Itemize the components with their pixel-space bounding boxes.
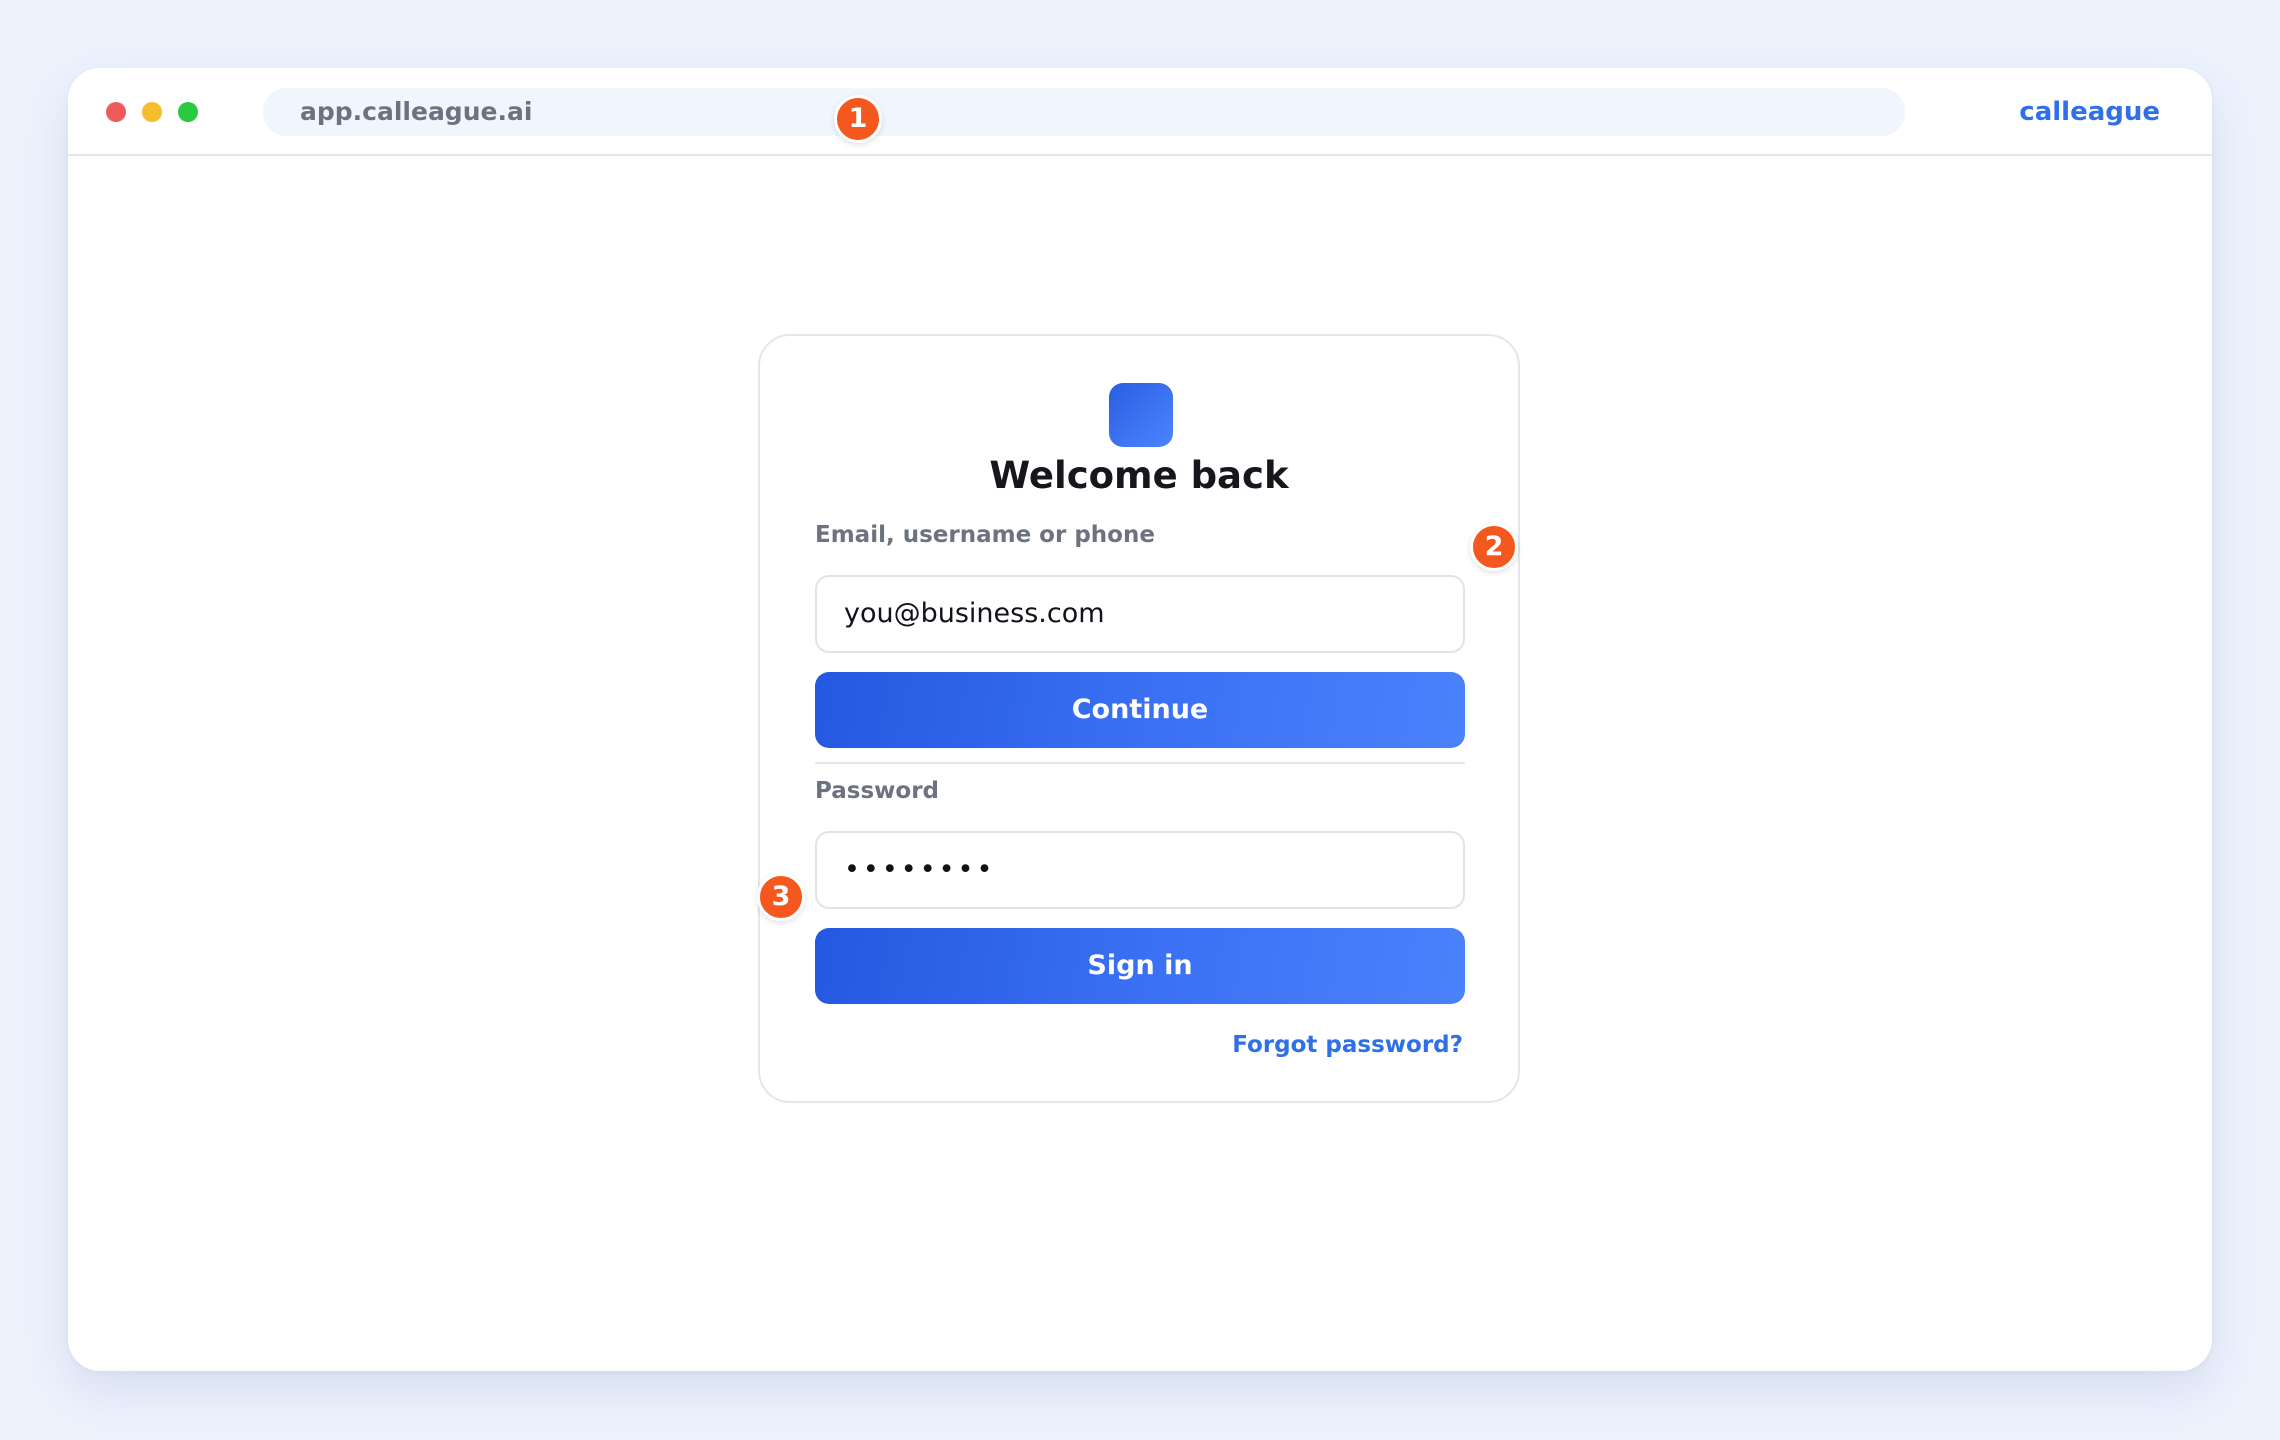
step-marker-1: 1 [834,95,882,143]
password-field-value: •••••••• [844,854,996,885]
password-field[interactable]: •••••••• [815,831,1465,909]
address-bar[interactable]: app.calleague.ai [263,88,1905,136]
browser-window: app.calleague.ai calleague Welcome back … [68,68,2212,1371]
browser-titlebar: app.calleague.ai calleague [68,68,2212,156]
zoom-window-button[interactable] [178,102,198,122]
step-marker-2: 2 [1470,523,1518,571]
divider [815,762,1465,764]
page-content: Welcome back Email, username or phone yo… [68,156,2212,1371]
minimize-window-button[interactable] [142,102,162,122]
forgot-password-link[interactable]: Forgot password? [1232,1032,1463,1058]
close-window-button[interactable] [106,102,126,122]
url-text: app.calleague.ai [300,97,533,126]
step-marker-3: 3 [757,873,805,921]
app-logo-icon [1109,383,1173,447]
email-label: Email, username or phone [815,522,1155,548]
page-title: Welcome back [989,454,1289,497]
password-label: Password [815,778,939,804]
email-field[interactable]: you@business.com [815,575,1465,653]
sign-in-button[interactable]: Sign in [815,928,1465,1004]
email-field-value: you@business.com [844,598,1105,629]
login-card: Welcome back Email, username or phone yo… [758,334,1520,1103]
brand-link[interactable]: calleague [2019,68,2160,156]
continue-button[interactable]: Continue [815,672,1465,748]
